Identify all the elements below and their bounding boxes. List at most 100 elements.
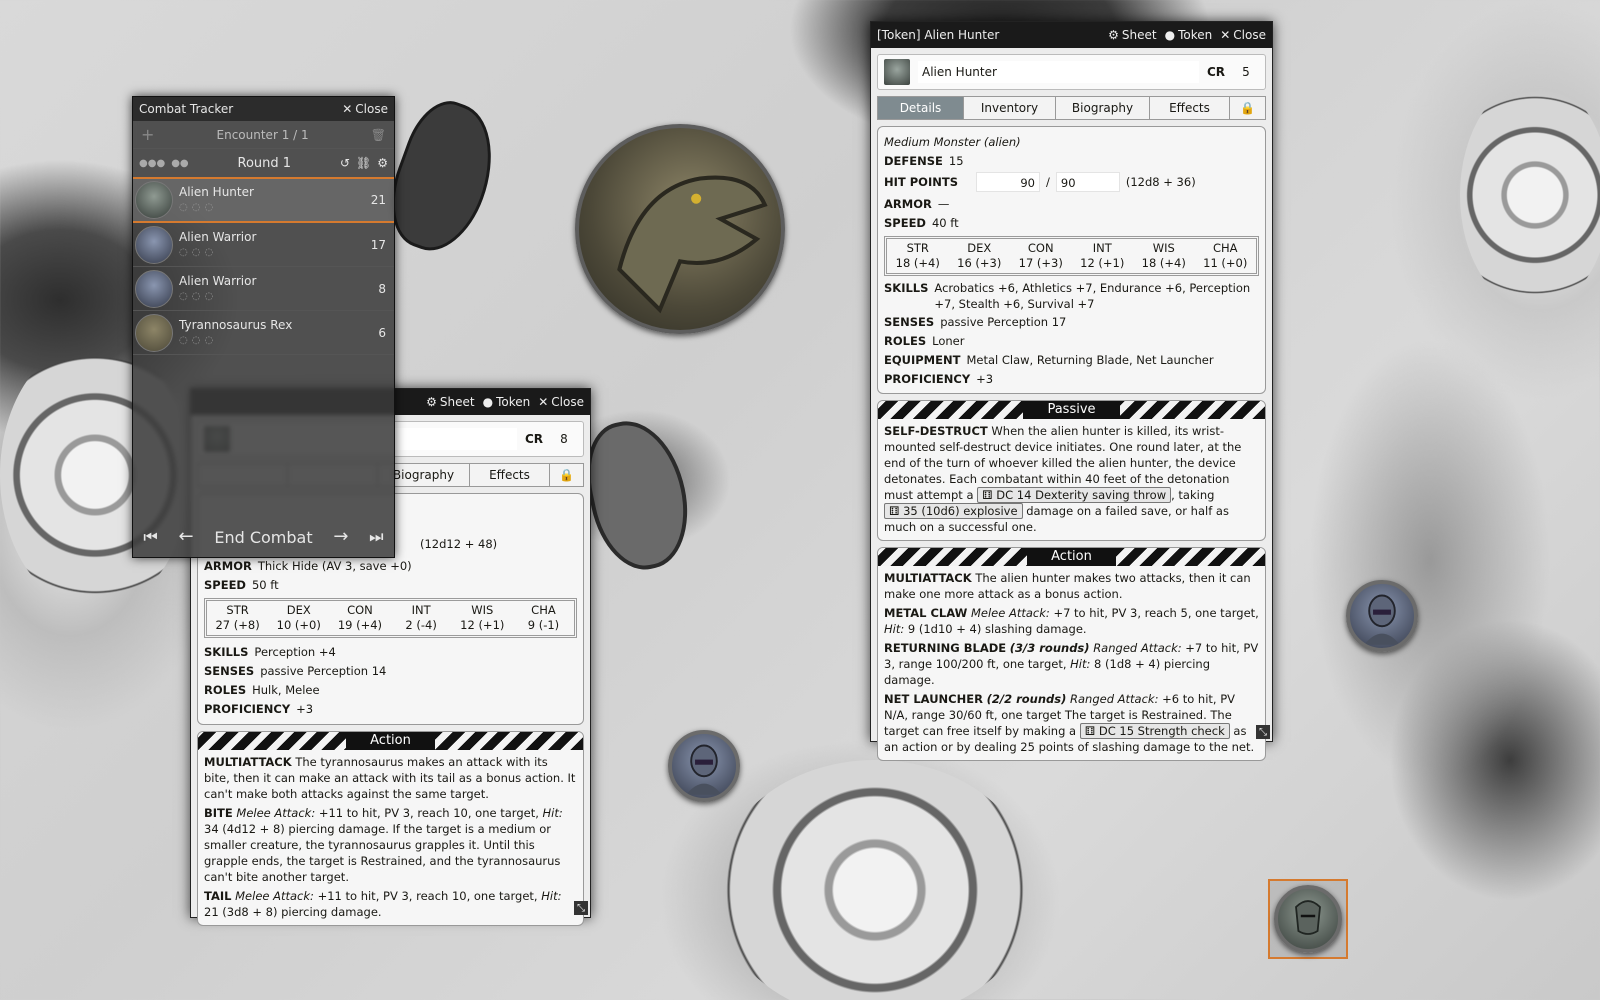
trash-icon[interactable]: 🗑: [371, 129, 386, 141]
hunter-portrait[interactable]: [884, 59, 910, 85]
rex-tab-lock[interactable]: 🔒: [550, 464, 583, 486]
hunter-sheet-window: [Token] Alien Hunter ⚙ Sheet ● Token ✕ Clos…: [870, 21, 1273, 761]
combat-tracker-header[interactable]: Combat Tracker ✕ Close: [133, 97, 394, 121]
rex-ability-con[interactable]: CON 19 (+4): [329, 603, 390, 633]
alien-hunter-token[interactable]: [1274, 885, 1342, 953]
rex-proficiency: +3: [296, 701, 314, 716]
alien-hunter-token-selected[interactable]: [1268, 879, 1348, 959]
hunter-ability-scores: STR 18 (+4) DEX 16 (+3) CON 17 (+3) INT 12 (…: [884, 236, 1259, 276]
hunter-token-button[interactable]: ● Token: [1165, 28, 1213, 42]
last-turn-icon[interactable]: ⏭: [369, 529, 383, 545]
gear-icon[interactable]: ⚙: [377, 157, 388, 169]
rex-roles: Hulk, Melee: [252, 682, 320, 697]
hunter-cr-value[interactable]: 5: [1233, 65, 1259, 79]
explosive-damage-roll-button[interactable]: ⚅ 35 (10d6) explosive: [884, 503, 1023, 519]
hunter-ability-con[interactable]: CON 17 (+3): [1010, 241, 1072, 271]
net-launcher-name[interactable]: NET LAUNCHER: [884, 692, 983, 706]
combatant-status-icons[interactable]: ◌◌◌: [179, 333, 366, 348]
strength-check-roll-button[interactable]: ⚅ DC 15 Strength check: [1079, 723, 1230, 739]
rex-sheet-button[interactable]: ⚙ Sheet: [426, 395, 474, 409]
rex-skills: Perception +4: [254, 644, 336, 659]
rex-ability-str[interactable]: STR 27 (+8): [207, 603, 268, 633]
rex-tail-name[interactable]: TAIL: [204, 889, 231, 903]
tab-lock[interactable]: 🔒: [1230, 97, 1265, 119]
hunter-sheet-button[interactable]: ⚙ Sheet: [1108, 28, 1156, 42]
previous-turn-icon[interactable]: ←: [179, 528, 194, 546]
hunter-tabs: Details Inventory Biography Effects 🔒: [877, 96, 1266, 120]
combatant-row[interactable]: Tyrannosaurus Rex ◌◌◌ 6: [133, 311, 394, 355]
group-alt-icon[interactable]: ●●: [171, 158, 188, 169]
returning-blade-name[interactable]: RETURNING BLADE: [884, 641, 1006, 655]
rex-multiattack-name[interactable]: MULTIATTACK: [204, 755, 292, 769]
rex-ability-cha[interactable]: CHA 9 (-1): [513, 603, 574, 633]
metal-claw-name[interactable]: METAL CLAW: [884, 606, 967, 620]
hunter-hp-input[interactable]: 90: [976, 172, 1040, 192]
combatant-row[interactable]: Alien Warrior ◌◌◌ 8: [133, 267, 394, 311]
first-turn-icon[interactable]: ⏮: [143, 529, 157, 545]
gear-icon: ⚙: [1108, 28, 1119, 42]
rex-cr-value[interactable]: 8: [551, 432, 577, 446]
rex-token-button[interactable]: ● Token: [483, 395, 531, 409]
next-turn-icon[interactable]: →: [333, 528, 348, 546]
combatant-initiative[interactable]: 6: [366, 326, 386, 340]
group-icon[interactable]: ●●●: [139, 158, 165, 169]
rex-action-banner: Action: [198, 732, 583, 750]
tab-details[interactable]: Details: [878, 97, 964, 119]
hunter-action-box: Action MULTIATTACK The alien hunter make…: [877, 547, 1266, 761]
tab-biography[interactable]: Biography: [1056, 97, 1150, 119]
combat-tracker-title: Combat Tracker: [139, 102, 234, 116]
end-combat-button[interactable]: End Combat: [214, 528, 312, 547]
hunter-resize-handle[interactable]: ⤡: [1256, 725, 1270, 739]
tab-effects[interactable]: Effects: [1150, 97, 1230, 119]
alien-warrior-token-2[interactable]: [1346, 580, 1418, 652]
tyrannosaurus-token[interactable]: [575, 124, 785, 334]
user-icon: ●: [1164, 28, 1176, 42]
combatant-status-icons[interactable]: ◌◌◌: [179, 245, 366, 260]
hunter-ability-str[interactable]: STR 18 (+4): [887, 241, 949, 271]
combatant-initiative[interactable]: 8: [366, 282, 386, 296]
combatant-status-icons[interactable]: ◌◌◌: [179, 200, 366, 215]
hunter-details-box: Medium Monster (alien) DEFENSE 15 HIT POI…: [877, 126, 1266, 394]
combatant-initiative[interactable]: 21: [366, 193, 386, 207]
hunter-ability-dex[interactable]: DEX 16 (+3): [949, 241, 1011, 271]
hunter-ability-wis[interactable]: WIS 18 (+4): [1133, 241, 1195, 271]
hunter-action-banner: Action: [878, 548, 1265, 566]
plus-icon[interactable]: +: [141, 126, 154, 143]
hunter-ability-cha[interactable]: CHA 11 (+0): [1195, 241, 1257, 271]
self-destruct-name[interactable]: SELF-DESTRUCT: [884, 424, 988, 438]
combatant-avatar: [135, 269, 173, 308]
rex-ability-wis[interactable]: WIS 12 (+1): [452, 603, 513, 633]
hunter-hp-max-input[interactable]: 90: [1055, 172, 1120, 192]
rex-resize-handle[interactable]: ⤡: [574, 901, 588, 915]
link-icon[interactable]: ⛓: [356, 157, 371, 169]
rex-ability-int[interactable]: INT 2 (-4): [391, 603, 452, 633]
dice-icon: ⚅: [982, 488, 993, 502]
tab-inventory[interactable]: Inventory: [964, 97, 1056, 119]
dex-save-roll-button[interactable]: ⚅ DC 14 Dexterity saving throw: [977, 487, 1172, 503]
hunter-name-input[interactable]: Alien Hunter: [918, 61, 1199, 83]
rex-bite-name[interactable]: BITE: [204, 806, 233, 820]
tree-right: [1460, 80, 1600, 310]
combatant-row[interactable]: Alien Hunter ◌◌◌ 21: [133, 179, 394, 223]
multiattack-name[interactable]: MULTIATTACK: [884, 571, 972, 585]
hunter-equipment: Metal Claw, Returning Blade, Net Launche…: [966, 352, 1214, 367]
combatant-row[interactable]: Alien Warrior ◌◌◌ 17: [133, 223, 394, 267]
hunter-ability-int[interactable]: INT 12 (+1): [1072, 241, 1134, 271]
alien-warrior-token-1[interactable]: [668, 730, 740, 802]
combatant-status-icons[interactable]: ◌◌◌: [179, 289, 366, 304]
rex-action-box: Action MULTIATTACK The tyrannosaurus mak…: [197, 731, 584, 926]
rock-center: [575, 411, 700, 579]
combat-tracker-close[interactable]: ✕ Close: [342, 102, 388, 116]
undo-icon[interactable]: ↺: [340, 157, 350, 169]
hunter-sheet-title: [Token] Alien Hunter: [877, 28, 1000, 42]
rex-tab-effects[interactable]: Effects: [470, 464, 550, 486]
hunter-proficiency: +3: [976, 371, 994, 386]
combatant-avatar: [135, 225, 173, 264]
rex-close-button[interactable]: ✕ Close: [538, 395, 584, 409]
dice-icon: ⚅: [1084, 724, 1096, 738]
combatant-initiative[interactable]: 17: [366, 238, 386, 252]
hunter-close-button[interactable]: ✕ Close: [1220, 28, 1266, 42]
rock-left: [375, 91, 511, 263]
hunter-sheet-header[interactable]: [Token] Alien Hunter ⚙ Sheet ● Token ✕ Clos…: [871, 22, 1272, 48]
rex-ability-dex[interactable]: DEX 10 (+0): [268, 603, 329, 633]
